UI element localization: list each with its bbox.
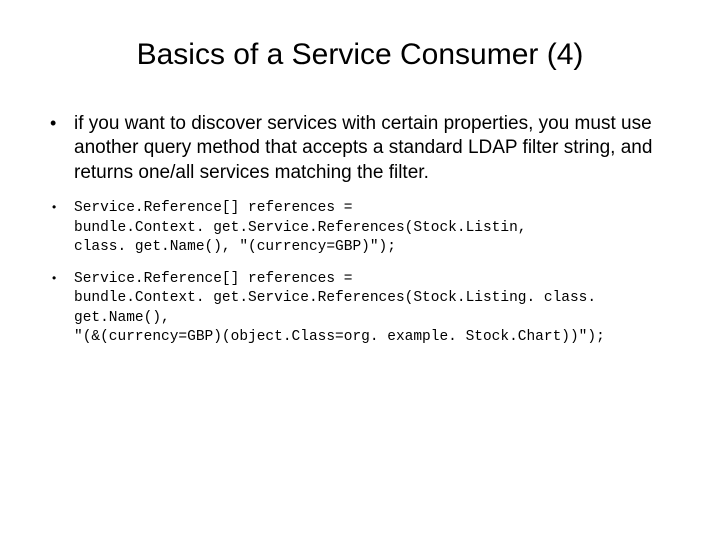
bullet-intro-period: . bbox=[424, 162, 429, 183]
bullet-list: if you want to discover services with ce… bbox=[40, 112, 680, 348]
bullet-intro-text: if you want to discover services with ce… bbox=[74, 113, 652, 183]
code-block-1: Service.Reference[] references = bundle.… bbox=[74, 199, 680, 258]
bullet-code-1: Service.Reference[] references = bundle.… bbox=[40, 199, 680, 258]
bullet-code-2: Service.Reference[] references = bundle.… bbox=[40, 270, 680, 348]
slide: Basics of a Service Consumer (4) if you … bbox=[0, 0, 720, 540]
code-block-2: Service.Reference[] references = bundle.… bbox=[74, 270, 680, 348]
slide-title: Basics of a Service Consumer (4) bbox=[40, 38, 680, 72]
bullet-intro: if you want to discover services with ce… bbox=[40, 112, 680, 185]
